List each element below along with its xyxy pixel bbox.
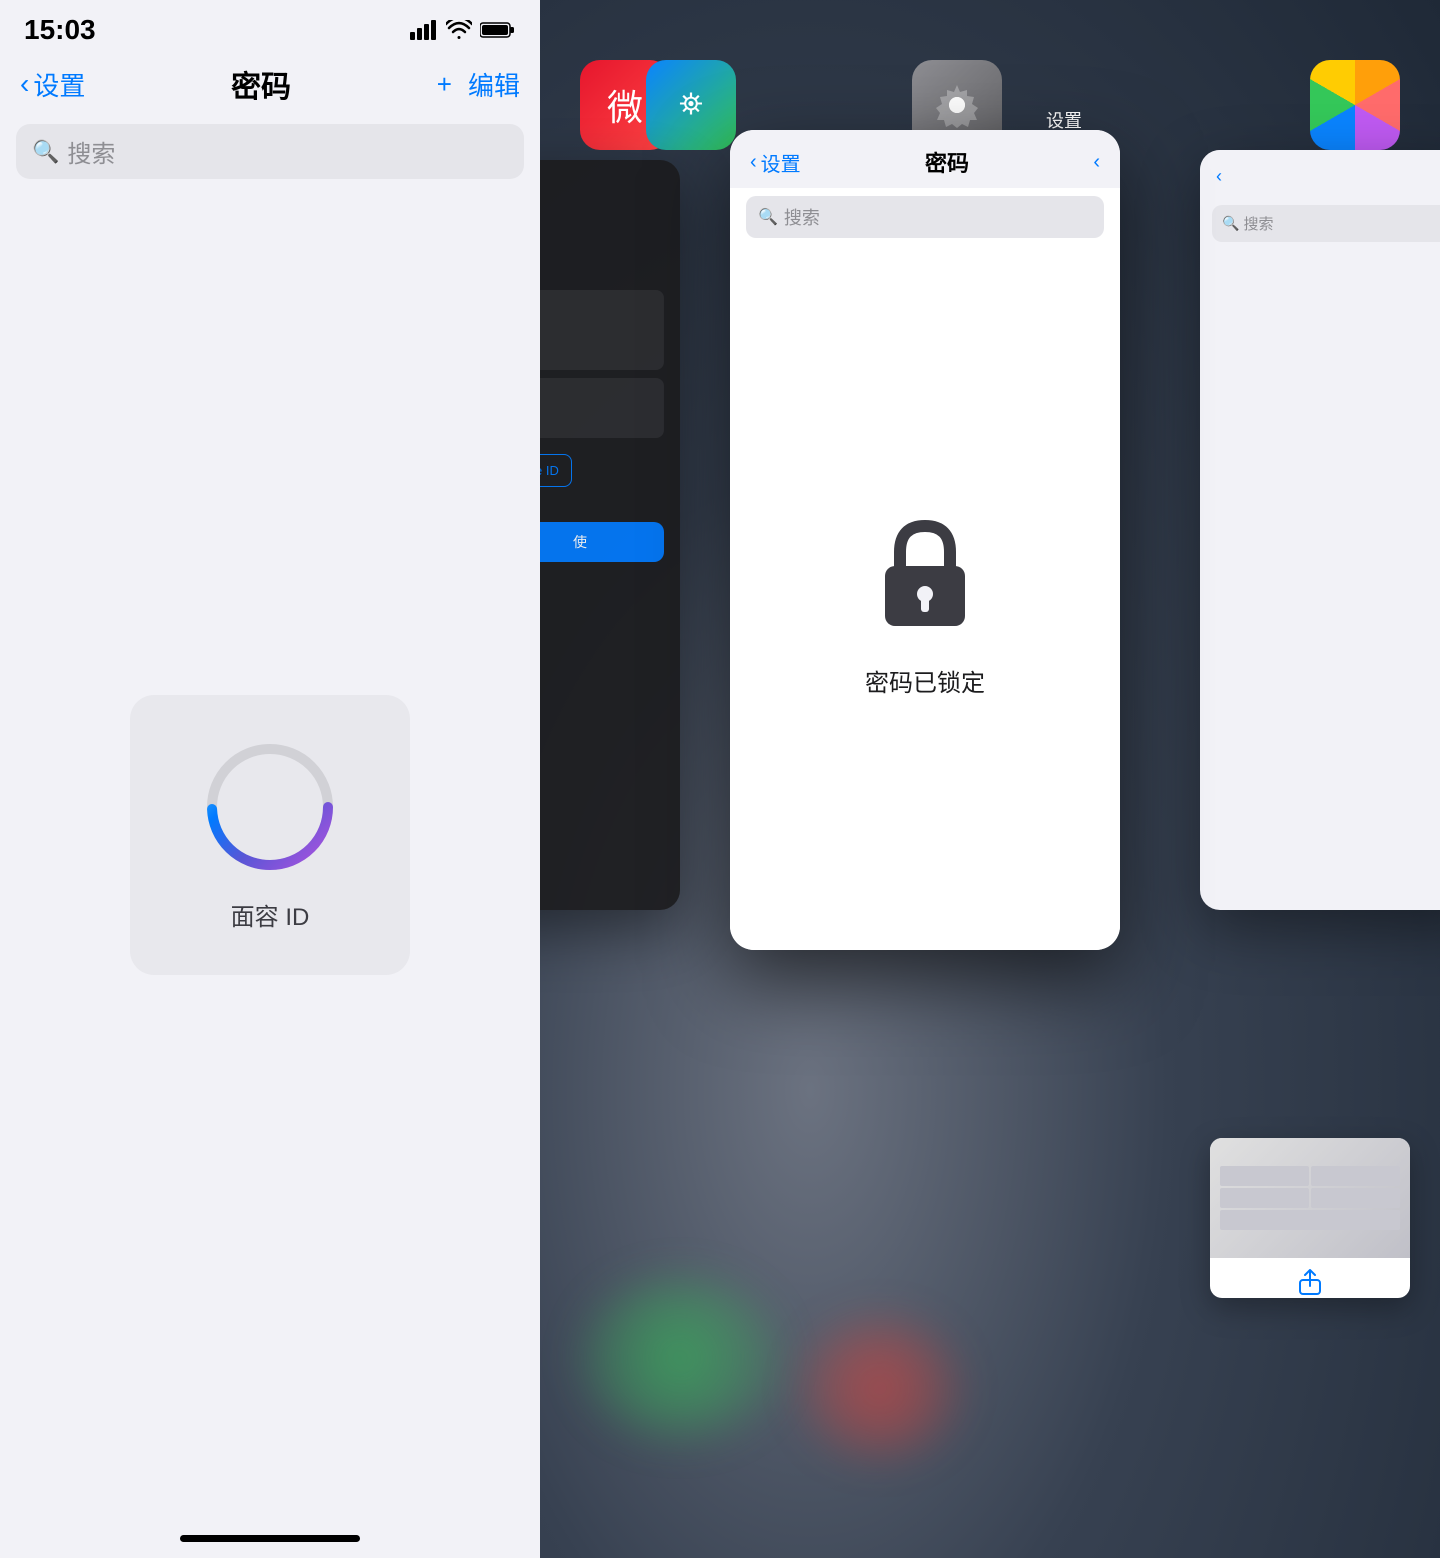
- safari-app-icon: ⛯: [646, 60, 736, 150]
- nav-back-button[interactable]: ‹ 设置: [20, 66, 85, 103]
- card-center-title: 密码: [925, 146, 969, 178]
- add-button[interactable]: +: [437, 69, 452, 100]
- card-use-button[interactable]: 使: [540, 522, 664, 562]
- status-bar: 15:03: [0, 0, 540, 54]
- chevron-left-icon: ‹: [20, 68, 29, 100]
- signal-icon: [410, 20, 438, 40]
- card-center-search-placeholder: 搜索: [784, 204, 820, 230]
- card-right-partial[interactable]: ‹ 🔍 搜索: [1200, 150, 1440, 910]
- app-icon-safari[interactable]: ⛯: [646, 60, 736, 150]
- status-time: 15:03: [24, 14, 96, 46]
- card-left-text2: 并...: [540, 244, 664, 262]
- lock-icon: [875, 514, 975, 639]
- card-left-text1: 仿...: [540, 218, 664, 236]
- card-right-nav: ‹: [1200, 150, 1440, 197]
- search-icon: 🔍: [32, 139, 59, 165]
- wifi-icon: [446, 20, 472, 40]
- card-center-back-button[interactable]: ‹ 设置: [750, 148, 801, 177]
- card-use-text: 使用: [540, 499, 664, 514]
- card-right-search-icon: 🔍: [1222, 215, 1239, 232]
- nav-title: 密码: [231, 62, 291, 106]
- card-center-search-icon: 🔍: [758, 207, 778, 227]
- apple-id-button[interactable]: Apple ID: [540, 454, 572, 487]
- card-bottom-mini[interactable]: [1210, 1138, 1410, 1298]
- card-left-partial[interactable]: ‹ 我 仿... 并... #M Apple ID 使用 使: [540, 160, 680, 910]
- app-icon-photos[interactable]: [1310, 60, 1400, 150]
- battery-icon: [480, 21, 516, 39]
- card-left-content: ‹ 我 仿... 并... #M Apple ID 使用 使: [540, 160, 680, 910]
- card-center-passwords[interactable]: ‹ 设置 密码 ‹ 🔍 搜索: [730, 130, 1120, 950]
- card-left-image2: [540, 378, 664, 438]
- face-id-container: 面容 ID: [0, 191, 540, 1558]
- card-center-back-label: 设置: [761, 148, 801, 177]
- card-center-search[interactable]: 🔍 搜索: [746, 196, 1104, 238]
- card-center-right-icon: ‹: [1093, 151, 1100, 174]
- card-bottom-preview: [1210, 1138, 1410, 1258]
- face-id-label: 面容 ID: [231, 897, 310, 932]
- face-id-ring-icon: [200, 737, 340, 877]
- search-placeholder-text: 搜索: [67, 134, 115, 169]
- status-icons: [410, 20, 516, 40]
- card-right-search-placeholder: 搜索: [1243, 213, 1273, 234]
- left-panel: 15:03 ‹: [0, 0, 540, 1558]
- nav-back-label: 设置: [33, 66, 85, 103]
- lock-label-text: 密码已锁定: [865, 663, 985, 698]
- card-center-body: 密码已锁定: [730, 246, 1120, 950]
- edit-button[interactable]: 编辑: [468, 66, 520, 103]
- bg-blob-red: [800, 1318, 960, 1458]
- chevron-left-icon-center: ‹: [750, 151, 757, 174]
- face-id-card[interactable]: 面容 ID: [130, 695, 410, 975]
- card-bottom-share-button[interactable]: [1210, 1258, 1410, 1298]
- search-bar[interactable]: 🔍 搜索: [16, 124, 524, 179]
- card-left-nav: ‹ 我: [540, 180, 664, 206]
- bg-blob-green: [580, 1278, 780, 1438]
- card-left-image: [540, 290, 664, 370]
- nav-bar: ‹ 设置 密码 + 编辑: [0, 54, 540, 116]
- right-panel-app-switcher: 微 ⛯ 设置 ‹: [540, 0, 1440, 1558]
- photos-app-icon: [1310, 60, 1400, 150]
- nav-actions: + 编辑: [437, 66, 520, 103]
- card-right-search[interactable]: 🔍 搜索: [1212, 205, 1440, 242]
- card-right-back-icon: ‹: [1216, 166, 1222, 187]
- home-indicator: [180, 1535, 360, 1542]
- card-center-nav: ‹ 设置 密码 ‹: [730, 130, 1120, 188]
- card-left-hashtag: #M: [540, 270, 664, 282]
